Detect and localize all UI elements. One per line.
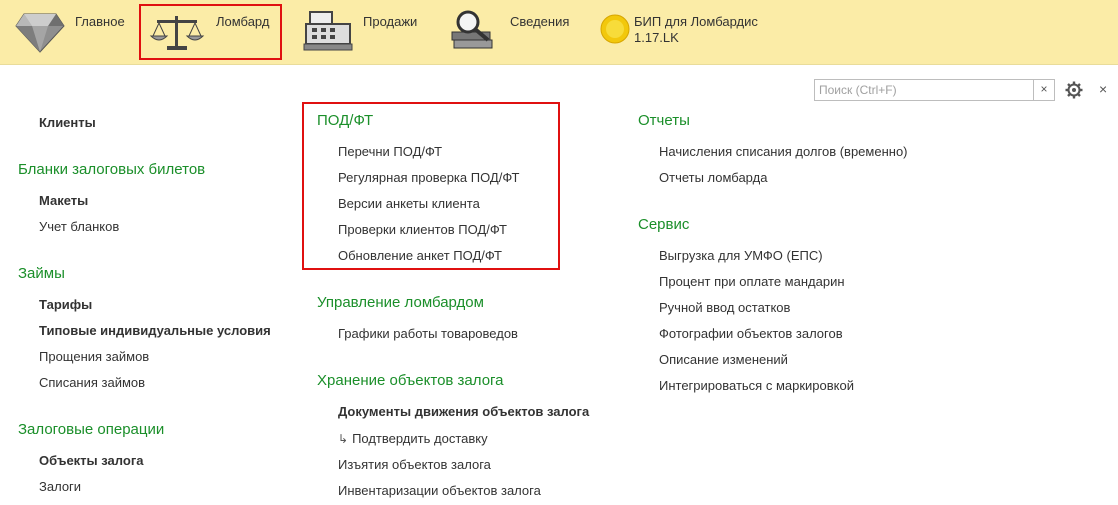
link-mandarin-percent[interactable]: Процент при оплате мандарин (659, 274, 845, 289)
nav-info-label: Сведения (510, 14, 570, 29)
section-loans-title: Займы (18, 265, 65, 282)
link-tariffs[interactable]: Тарифы (39, 297, 92, 312)
link-change-description[interactable]: Описание изменений (659, 352, 788, 367)
nav-bip-title: БИП для Ломбардис (634, 14, 758, 29)
link-movement-docs[interactable]: Документы движения объектов залога (338, 404, 589, 419)
close-icon[interactable]: × (1099, 81, 1107, 97)
link-pledge-photos[interactable]: Фотографии объектов залогов (659, 326, 843, 341)
link-pledges[interactable]: Залоги (39, 479, 81, 494)
link-manual-balances[interactable]: Ручной ввод остатков (659, 300, 790, 315)
link-pawnshop-reports[interactable]: Отчеты ломбарда (659, 170, 767, 185)
search-clear-button[interactable]: × (1033, 79, 1055, 101)
search-bar: × (814, 79, 1055, 101)
nav-home-label: Главное (75, 14, 125, 29)
top-nav-bar: Главное Ломбард Продажи Сведения БИП для… (0, 0, 1118, 65)
link-blanks-accounting[interactable]: Учет бланков (39, 219, 119, 234)
link-confirm-delivery[interactable]: ↳ Подтвердить доставку (338, 431, 488, 446)
link-podft-form-update[interactable]: Обновление анкет ПОД/ФТ (338, 248, 502, 263)
link-appraiser-schedules[interactable]: Графики работы товароведов (338, 326, 518, 341)
cash-register-icon (303, 11, 353, 51)
gear-icon[interactable] (1065, 81, 1083, 99)
search-input[interactable] (814, 79, 1033, 101)
nav-bip[interactable]: БИП для Ломбардис 1.17.LK (596, 0, 796, 62)
link-umfo-export[interactable]: Выгрузка для УМФО (ЕПС) (659, 248, 823, 263)
section-storage-title: Хранение объектов залога (317, 372, 504, 389)
link-confirm-delivery-label: Подтвердить доставку (352, 431, 488, 446)
nav-pawnshop-highlight (139, 4, 282, 60)
section-manage-title: Управление ломбардом (317, 294, 484, 311)
section-pledge-ops-title: Залоговые операции (18, 421, 165, 438)
nav-sales[interactable]: Продажи (296, 0, 436, 62)
nav-sales-label: Продажи (363, 14, 418, 29)
nav-bip-version: 1.17.LK (634, 30, 679, 45)
link-clients[interactable]: Клиенты (39, 115, 96, 130)
coin-icon (600, 14, 630, 44)
sub-arrow-icon: ↳ (338, 432, 349, 446)
link-pledge-objects[interactable]: Объекты залога (39, 453, 143, 468)
link-debt-writeoff-accruals[interactable]: Начисления списания долгов (временно) (659, 144, 908, 159)
link-podft-lists[interactable]: Перечни ПОД/ФТ (338, 144, 442, 159)
link-loan-writeoffs[interactable]: Списания займов (39, 375, 145, 390)
nav-home[interactable]: Главное (6, 0, 136, 62)
link-layouts[interactable]: Макеты (39, 193, 88, 208)
link-podft-client-checks[interactable]: Проверки клиентов ПОД/ФТ (338, 222, 507, 237)
books-magnifier-icon (451, 10, 493, 49)
link-loan-forgiveness[interactable]: Прощения займов (39, 349, 149, 364)
section-service-title: Сервис (638, 216, 690, 233)
link-standard-terms[interactable]: Типовые индивидуальные условия (39, 323, 271, 338)
section-blanks-title: Бланки залоговых билетов (18, 161, 206, 178)
link-podft-regular-check[interactable]: Регулярная проверка ПОД/ФТ (338, 170, 519, 185)
link-seizures[interactable]: Изъятия объектов залога (338, 457, 491, 472)
nav-info[interactable]: Сведения (446, 0, 586, 62)
section-reports-title: Отчеты (638, 112, 690, 129)
gem-icon (15, 13, 65, 53)
link-inventories[interactable]: Инвентаризации объектов залога (338, 483, 541, 498)
link-marking-integration[interactable]: Интегрироваться с маркировкой (659, 378, 854, 393)
link-client-form-versions[interactable]: Версии анкеты клиента (338, 196, 480, 211)
section-podft-title: ПОД/ФТ (317, 112, 374, 129)
